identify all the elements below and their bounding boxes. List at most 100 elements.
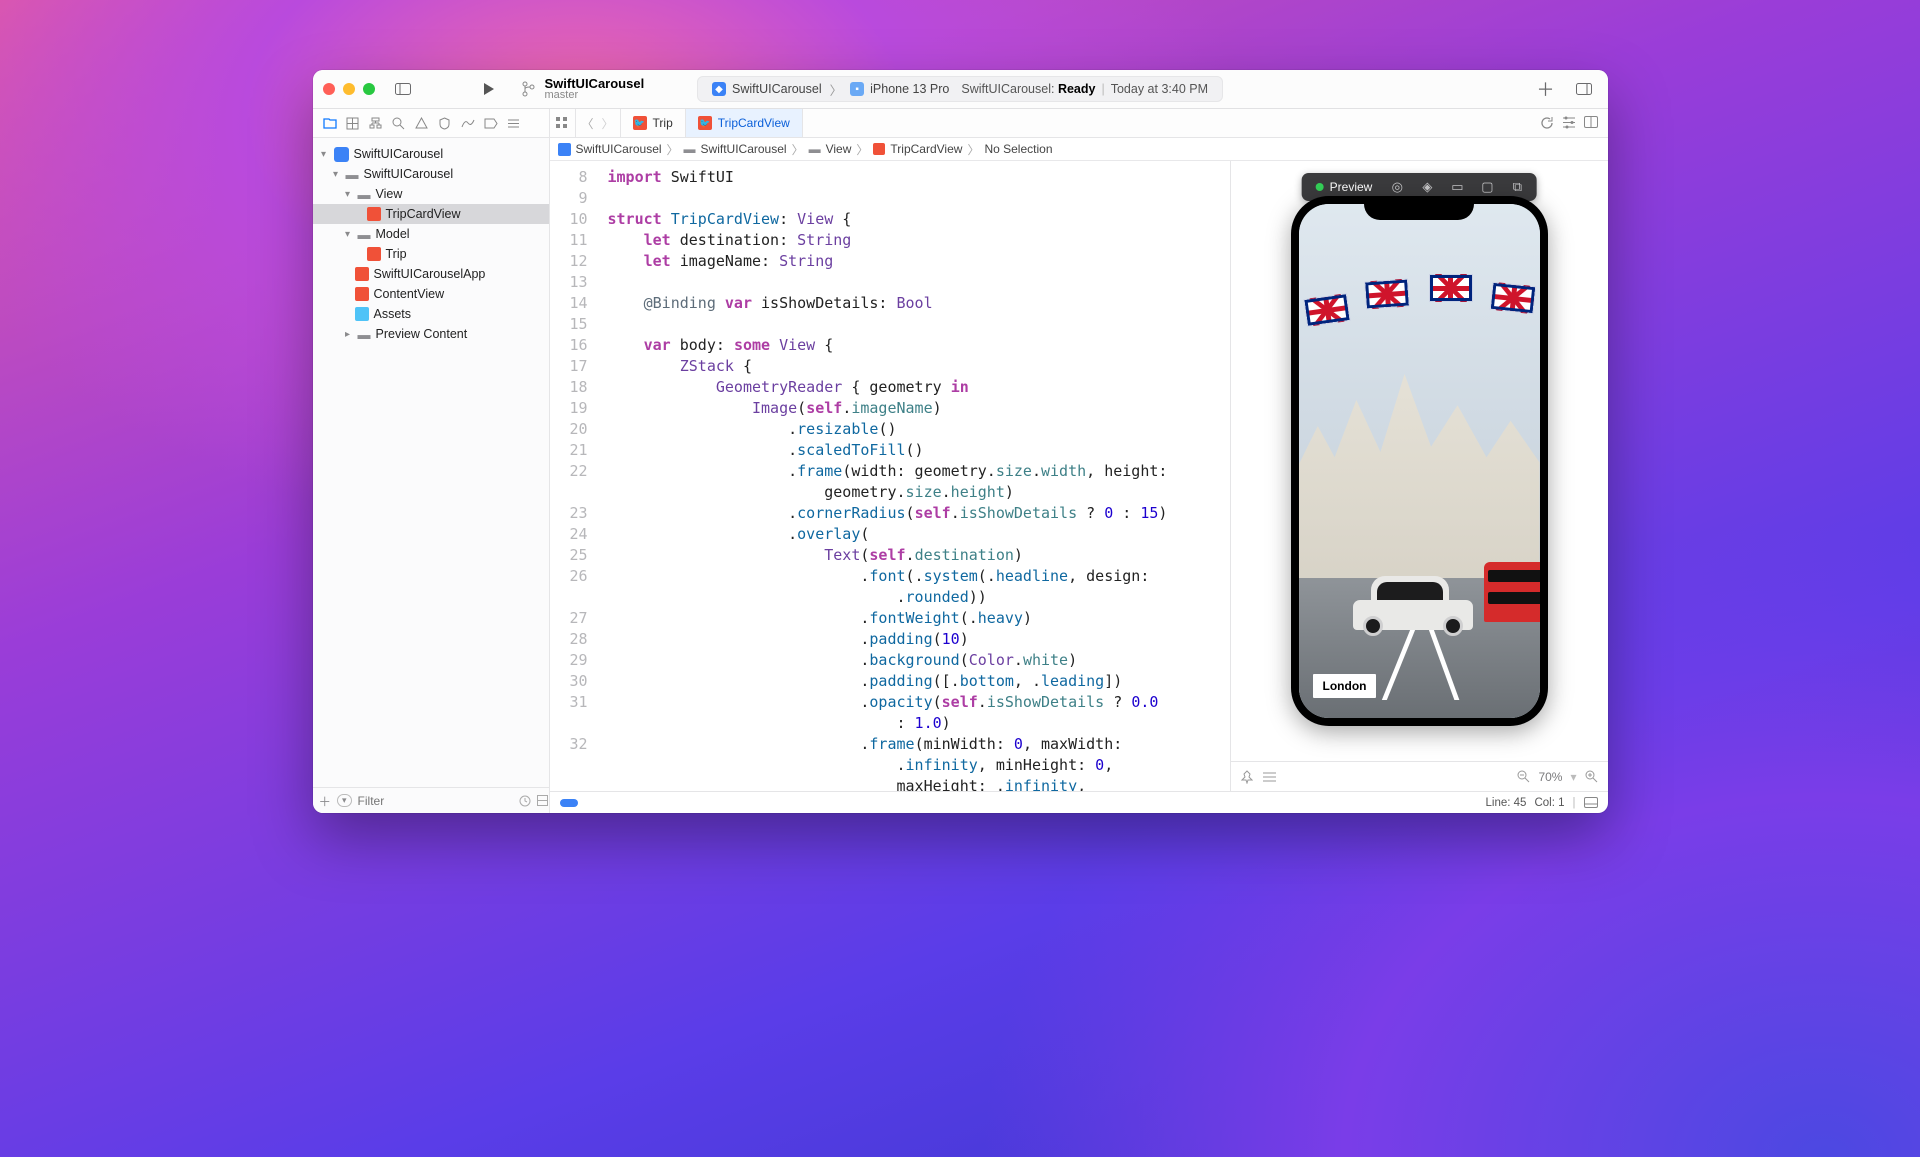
app-icon: ◆: [712, 82, 726, 96]
scheme-name: SwiftUICarousel: [732, 82, 822, 96]
run-destination: iPhone 13 Pro: [870, 82, 949, 96]
tab-tripcardview[interactable]: 🐦 TripCardView: [686, 109, 803, 137]
tab-trip[interactable]: 🐦 Trip: [621, 109, 686, 137]
chevron-right-icon: 〉: [667, 141, 679, 158]
zoom-in-icon[interactable]: [1585, 770, 1598, 783]
device-icon: ▪: [850, 82, 864, 96]
xcode-project-icon: [334, 147, 349, 162]
uk-flag-icon: [1489, 282, 1536, 314]
destination-label: London: [1313, 674, 1377, 698]
code-content[interactable]: import SwiftUI struct TripCardView: View…: [598, 161, 1230, 791]
swift-file-icon: [873, 143, 885, 155]
taxi-icon: [1353, 572, 1473, 630]
source-control-navigator-icon[interactable]: [342, 112, 364, 134]
tree-file-tripcardview[interactable]: TripCardView: [313, 204, 549, 224]
toggle-navigator-button[interactable]: [389, 77, 417, 101]
preview-on-device-icon[interactable]: ▢: [1474, 176, 1500, 198]
tree-group-preview[interactable]: ▸▬Preview Content: [313, 324, 549, 344]
project-navigator-icon[interactable]: [319, 112, 341, 134]
uk-flag-icon: [1364, 278, 1410, 309]
preview-viewport[interactable]: London: [1231, 161, 1608, 761]
device-frame: London: [1291, 196, 1548, 726]
device-notch: [1364, 196, 1474, 220]
zoom-out-icon[interactable]: [1517, 770, 1530, 783]
swift-file-icon: 🐦: [633, 116, 647, 130]
canvas-settings-icon[interactable]: [1263, 771, 1276, 783]
test-navigator-icon[interactable]: [434, 112, 456, 134]
tree-file-contentview[interactable]: ContentView: [313, 284, 549, 304]
chevron-right-icon: 〉: [792, 141, 804, 158]
device-settings-icon[interactable]: ▭: [1444, 176, 1470, 198]
add-editor-icon[interactable]: [1584, 116, 1598, 130]
breakpoint-navigator-icon[interactable]: [480, 112, 502, 134]
uk-flag-icon: [1303, 293, 1350, 327]
swift-file-icon: 🐦: [698, 116, 712, 130]
preview-mode-button[interactable]: Preview: [1308, 180, 1381, 194]
close-window-icon[interactable]: [323, 83, 335, 95]
project-navigator: ▾SwiftUICarousel ▾▬SwiftUICarousel ▾▬Vie…: [313, 138, 550, 813]
duplicate-preview-icon[interactable]: ⧉: [1504, 176, 1530, 198]
scheme-project-block[interactable]: SwiftUICarousel master: [521, 77, 645, 101]
preview-canvas: Preview ◎ ◈ ▭ ▢ ⧉: [1230, 161, 1608, 791]
line-gutter: 8910111213141516171819202122 23242526 27…: [550, 161, 598, 791]
filter-input[interactable]: [358, 794, 513, 808]
find-navigator-icon[interactable]: [388, 112, 410, 134]
editor-options-icon[interactable]: [1562, 116, 1576, 130]
swift-file-icon: [355, 267, 369, 281]
chevron-right-icon: 〉: [967, 141, 979, 158]
tree-file-assets[interactable]: Assets: [313, 304, 549, 324]
pin-preview-icon[interactable]: [1241, 770, 1253, 784]
folder-icon: ▬: [358, 327, 371, 342]
folder-icon: ▬: [358, 187, 371, 202]
zoom-level[interactable]: 70%: [1538, 770, 1562, 784]
jump-bar[interactable]: SwiftUICarousel〉 ▬SwiftUICarousel〉 ▬View…: [550, 138, 1608, 161]
red-bus-icon: [1484, 562, 1540, 622]
folder-icon: ▬: [809, 142, 821, 156]
toggle-inspectors-button[interactable]: [1570, 77, 1598, 101]
uk-flag-icon: [1429, 274, 1473, 302]
symbol-navigator-icon[interactable]: [365, 112, 387, 134]
tree-file-trip[interactable]: Trip: [313, 244, 549, 264]
cursor-line: Line: 45: [1486, 797, 1527, 809]
live-indicator-icon: [1316, 183, 1324, 191]
debug-navigator-icon[interactable]: [457, 112, 479, 134]
back-button[interactable]: 〈: [582, 115, 594, 132]
source-editor[interactable]: 8910111213141516171819202122 23242526 27…: [550, 161, 1230, 791]
editor-area: SwiftUICarousel〉 ▬SwiftUICarousel〉 ▬View…: [550, 138, 1608, 813]
folder-icon: ▬: [684, 142, 696, 156]
navigator-selector: [313, 109, 550, 137]
device-screen: London: [1299, 204, 1540, 718]
related-items-icon[interactable]: [550, 109, 576, 137]
zoom-window-icon[interactable]: [363, 83, 375, 95]
recent-filter-icon[interactable]: [519, 795, 531, 807]
file-tree[interactable]: ▾SwiftUICarousel ▾▬SwiftUICarousel ▾▬Vie…: [313, 138, 549, 787]
tree-group[interactable]: ▾▬SwiftUICarousel: [313, 164, 549, 184]
cursor-col: Col: 1: [1534, 797, 1564, 809]
issue-navigator-icon[interactable]: [411, 112, 433, 134]
forward-button[interactable]: 〉: [602, 115, 614, 132]
tree-file-app[interactable]: SwiftUICarouselApp: [313, 264, 549, 284]
reload-icon[interactable]: [1540, 116, 1554, 130]
branch-icon: [521, 81, 535, 97]
run-button[interactable]: [475, 77, 503, 101]
tree-group-model[interactable]: ▾▬Model: [313, 224, 549, 244]
report-navigator-icon[interactable]: [503, 112, 525, 134]
tree-root[interactable]: ▾SwiftUICarousel: [313, 144, 549, 164]
minimap-indicator-icon[interactable]: [560, 799, 578, 807]
variants-icon[interactable]: ◈: [1414, 176, 1440, 198]
preview-content-london: London: [1299, 204, 1540, 718]
toggle-debug-area-icon[interactable]: [1584, 797, 1598, 808]
swift-file-icon: [355, 287, 369, 301]
scm-filter-icon[interactable]: [537, 795, 548, 806]
add-file-icon[interactable]: ＋: [319, 791, 332, 810]
tree-group-view[interactable]: ▾▬View: [313, 184, 549, 204]
minimize-window-icon[interactable]: [343, 83, 355, 95]
assets-icon: [355, 307, 369, 321]
add-button[interactable]: ＋: [1532, 77, 1560, 101]
activity-view[interactable]: ◆ SwiftUICarousel 〉 ▪ iPhone 13 Pro Swif…: [697, 76, 1223, 102]
window-controls: [323, 83, 375, 95]
branch-name: master: [545, 90, 645, 101]
selectable-mode-icon[interactable]: ◎: [1384, 176, 1410, 198]
filter-scope-icon[interactable]: ▾: [337, 794, 352, 807]
folder-icon: ▬: [358, 227, 371, 242]
